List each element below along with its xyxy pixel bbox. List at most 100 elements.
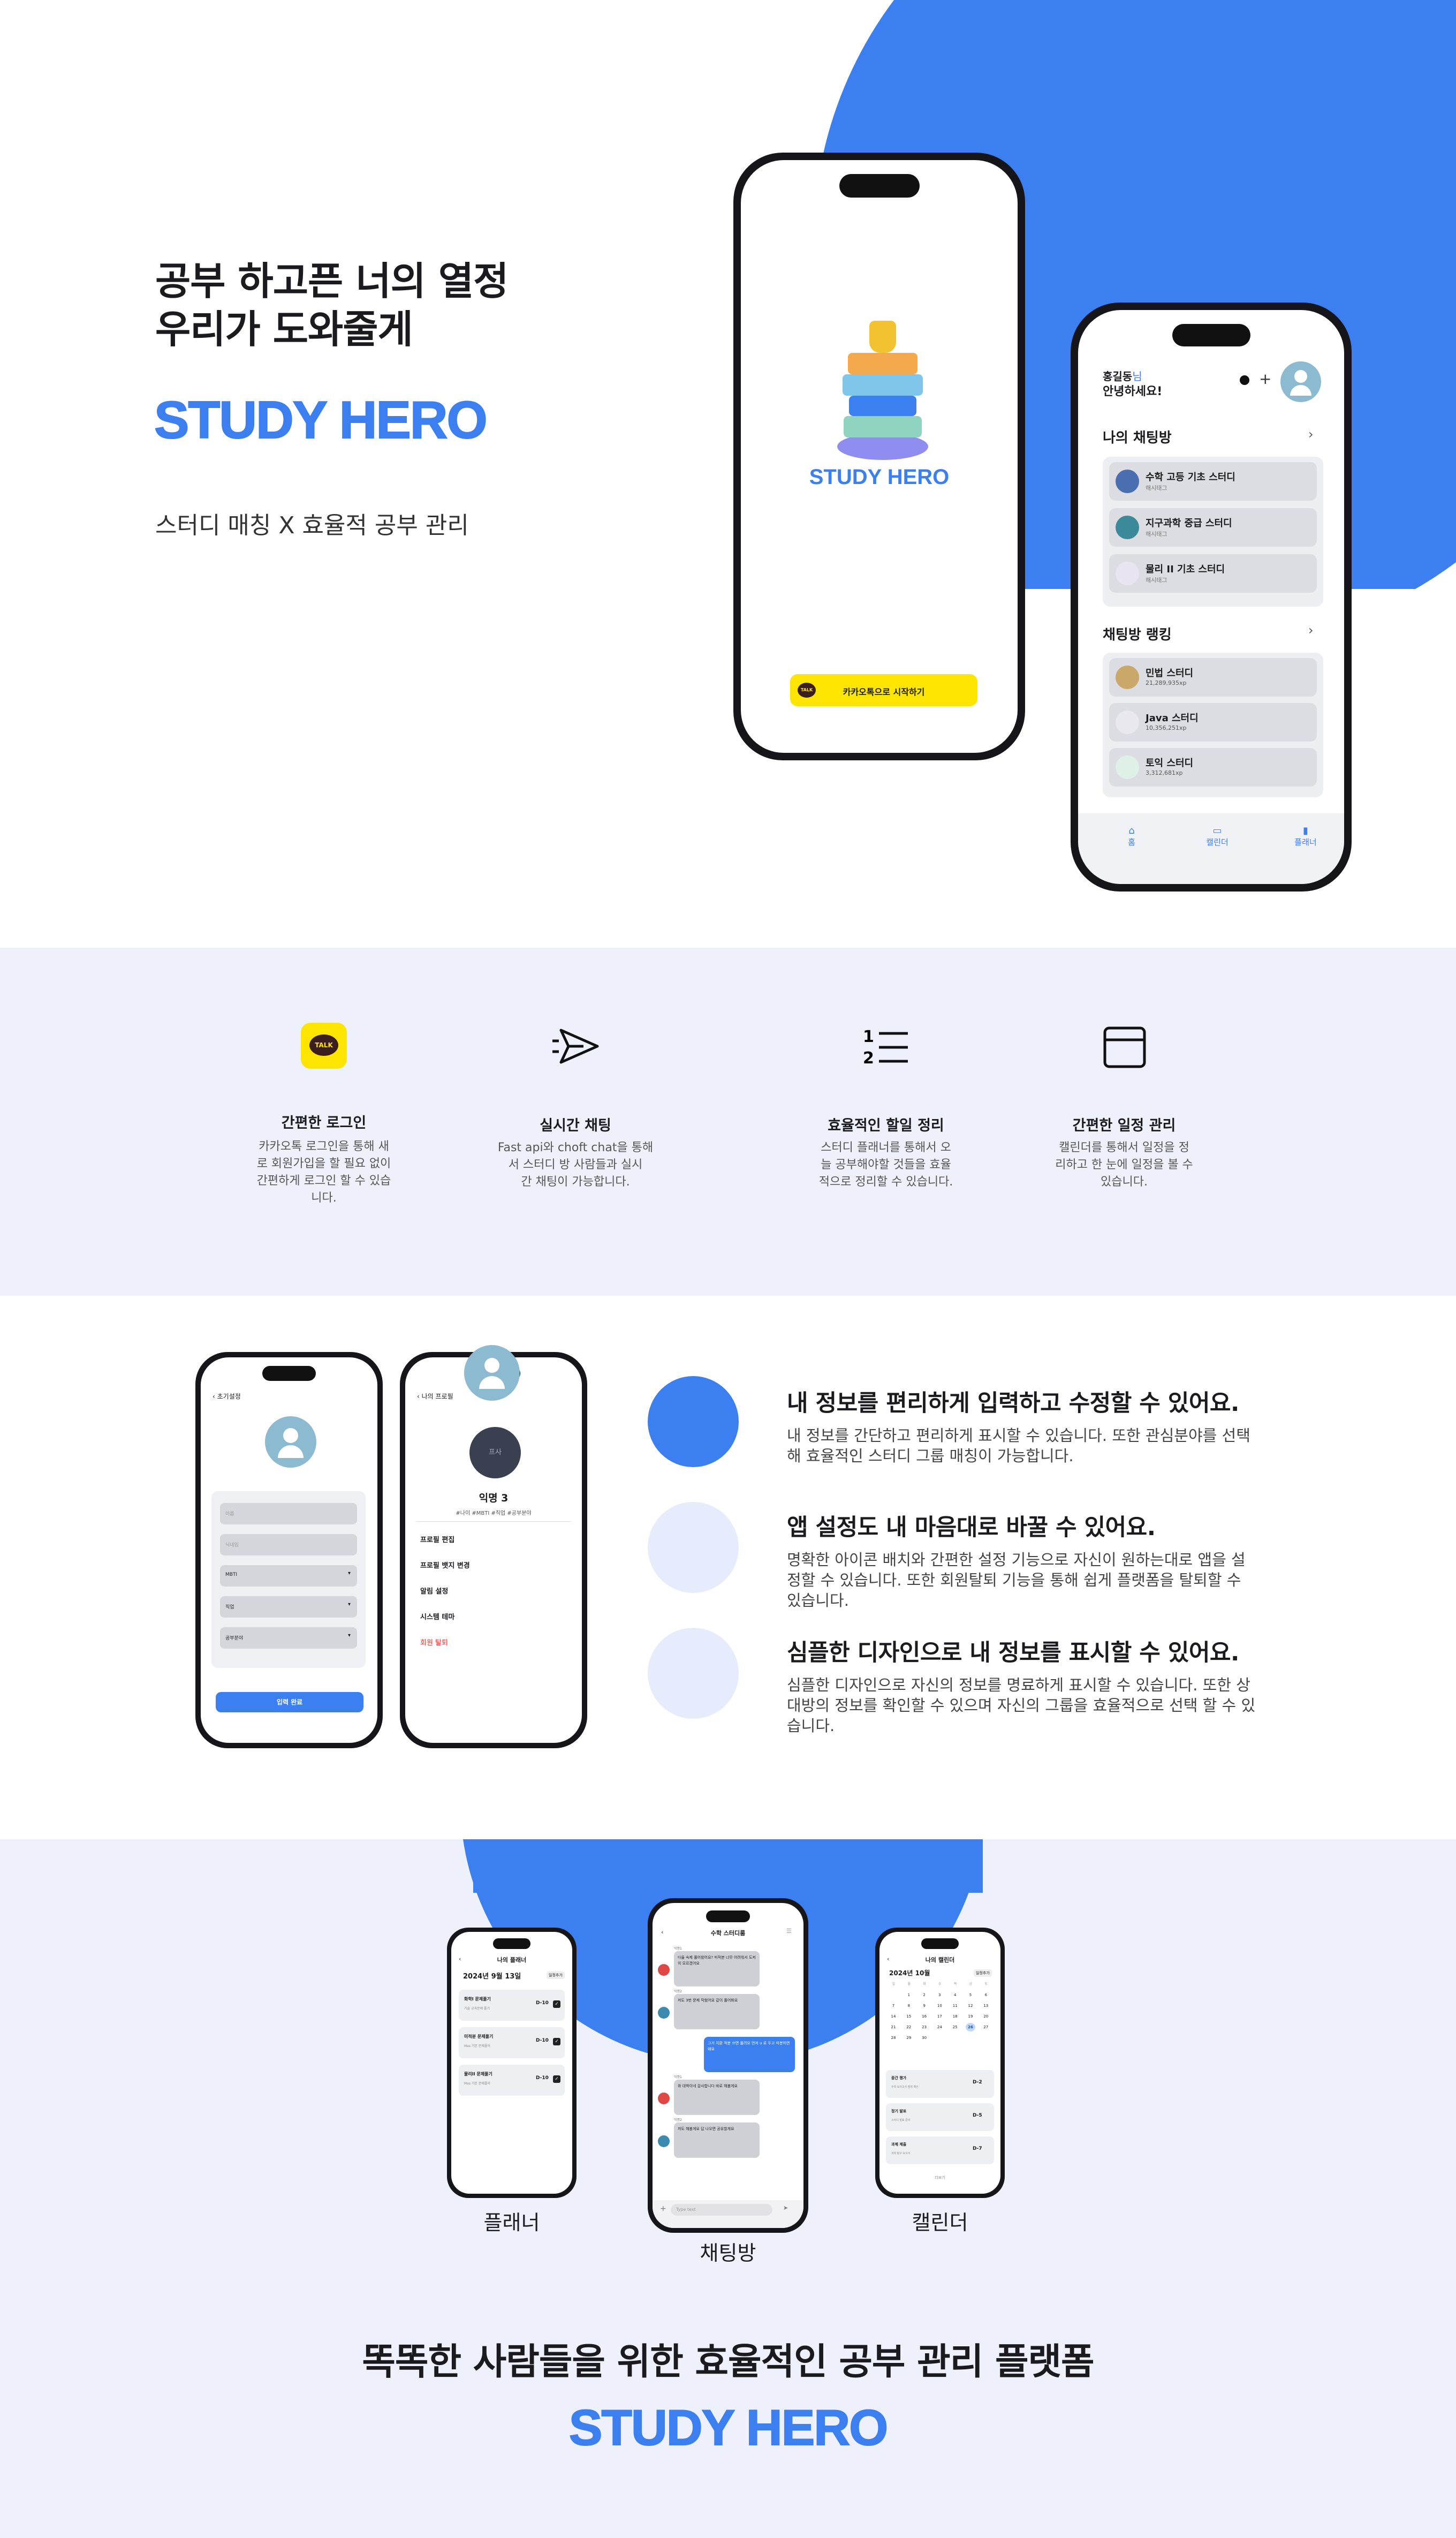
profile-avatar[interactable]: 프사 xyxy=(469,1427,521,1478)
back-button[interactable]: ‹ 나의 프로필 xyxy=(417,1392,453,1401)
phone-notch xyxy=(1172,324,1250,346)
profile-field[interactable]: 직업 ▾ xyxy=(220,1596,357,1618)
profile-field[interactable]: 닉네임 xyxy=(220,1534,357,1555)
desc-line: 리하고 한 눈에 일정을 볼 수 xyxy=(1055,1158,1193,1172)
planner-item[interactable]: 화학I 문제풀기 기술 교과문제 풀기 D-10 ✓ xyxy=(459,1990,565,2021)
ranking-room-name: Java 스터디 xyxy=(1146,713,1199,724)
calendar-day[interactable]: 1 xyxy=(904,1991,914,1999)
checkbox-checked-icon[interactable]: ✓ xyxy=(553,2038,560,2045)
chevron-right-icon[interactable]: › xyxy=(1308,623,1314,638)
calendar-day[interactable]: 22 xyxy=(904,2023,914,2031)
tab-planner[interactable]: ▮ 플래너 xyxy=(1284,825,1327,848)
avatar[interactable] xyxy=(265,1416,316,1468)
calendar-day[interactable]: 19 xyxy=(966,2012,975,2021)
send-icon[interactable]: ➤ xyxy=(783,2204,788,2211)
chevron-right-icon[interactable]: › xyxy=(1308,427,1314,442)
calendar-day[interactable]: 4 xyxy=(950,1991,960,1999)
chat-room-icon xyxy=(1116,562,1139,585)
submit-button[interactable]: 입력 완료 xyxy=(216,1692,363,1712)
calendar-event[interactable]: 과제 제출 과학 탐구 보고서 D-7 xyxy=(886,2136,994,2164)
calendar-day[interactable]: 5 xyxy=(966,1991,975,1999)
chat-room-item[interactable]: 수학 고등 기초 스터디 해시태그 xyxy=(1109,462,1317,501)
calendar-day[interactable]: 24 xyxy=(935,2023,944,2031)
profile-field[interactable]: 공부분야 ▾ xyxy=(220,1627,357,1649)
profile-field-label: 닉네임 xyxy=(225,1543,239,1548)
calendar-day[interactable]: 27 xyxy=(981,2023,991,2031)
calendar-day[interactable]: 23 xyxy=(920,2023,929,2031)
chat-room-icon xyxy=(1116,470,1139,493)
calendar-icon xyxy=(1103,1026,1146,1068)
profile-menu-item[interactable]: 시스템 테마 xyxy=(420,1611,454,1621)
avatar[interactable] xyxy=(1280,361,1321,402)
checkbox-checked-icon[interactable]: ✓ xyxy=(553,2075,560,2083)
my-profile-phone: ‹ 나의 프로필 프사 익명 3 #나이 #MBTI #직업 #공부분야 프로필… xyxy=(400,1352,587,1748)
ranking-item[interactable]: 민법 스터디 21,289,935xp xyxy=(1109,658,1317,697)
calendar-day[interactable]: 12 xyxy=(966,2001,975,2010)
back-button[interactable]: ‹ 초기설정 xyxy=(213,1392,241,1401)
chat-input[interactable]: Type text xyxy=(671,2204,772,2216)
calendar-day[interactable]: 29 xyxy=(904,2034,914,2042)
calendar-day[interactable]: 28 xyxy=(889,2034,898,2042)
planner-item[interactable]: 미적분 문제풀기 Mas 기본 문제풀이 D-10 ✓ xyxy=(459,2027,565,2058)
calendar-day[interactable]: 2 xyxy=(920,1991,929,1999)
profile-menu-item[interactable]: 알림 설정 xyxy=(420,1585,448,1596)
planner-date: 2024년 9월 13일 xyxy=(463,1973,521,1981)
chat-bubble: 저도 3번 문제 막혔어요 같이 풀어봐요 xyxy=(674,1994,760,2029)
desc-line: 니다. xyxy=(311,1191,337,1205)
calendar-day[interactable]: 8 xyxy=(904,2001,914,2010)
planner-item[interactable]: 물리II 문제풀기 Mas 기본 문제풀이 D-10 ✓ xyxy=(459,2065,565,2096)
calendar-day[interactable]: 3 xyxy=(935,1991,944,1999)
calendar-day[interactable]: 13 xyxy=(981,2001,991,2010)
floating-avatar xyxy=(464,1345,520,1401)
mid-feature-desc: 명확한 아이콘 배치와 간편한 설정 기능으로 자신이 원하는대로 앱을 설 정할… xyxy=(787,1550,1322,1611)
chat-room-item[interactable]: 지구과학 중급 스터디 해시태그 xyxy=(1109,508,1317,547)
tab-home[interactable]: ⌂ 홈 xyxy=(1116,825,1148,848)
tab-planner-label: 플래너 xyxy=(1294,837,1317,847)
profile-field-label: 공부분야 xyxy=(225,1636,244,1641)
calendar-day[interactable]: 15 xyxy=(904,2012,914,2021)
ranking-room-name: 토익 스터디 xyxy=(1146,758,1194,769)
calendar-day[interactable]: 16 xyxy=(920,2012,929,2021)
calendar-event[interactable]: 정기 발표 스터디 발표 준비 D-5 xyxy=(886,2103,994,2131)
add-schedule-button[interactable]: 일정추가 xyxy=(974,1969,992,1977)
calendar-day[interactable]: 25 xyxy=(950,2023,960,2031)
calendar-day[interactable]: 10 xyxy=(935,2001,944,2010)
calendar-day[interactable]: 14 xyxy=(889,2012,898,2021)
calendar-day[interactable]: 17 xyxy=(935,2012,944,2021)
ranking-item[interactable]: 토익 스터디 3,312,681xp xyxy=(1109,748,1317,787)
profile-menu-item[interactable]: 프로필 편집 xyxy=(420,1534,454,1544)
calendar-day[interactable]: 18 xyxy=(950,2012,960,2021)
calendar-day[interactable]: 7 xyxy=(889,2001,898,2010)
calendar-day[interactable]: 20 xyxy=(981,2012,991,2021)
calendar-day[interactable]: 11 xyxy=(950,2001,960,2010)
phone-notch xyxy=(921,1938,959,1949)
chat-bubble-mine: 그거 치환 적분 쓰면 풀려요 먼저 u 로 두고 미분하면 돼요 xyxy=(704,2037,795,2072)
tab-calendar[interactable]: ▭ 캘린더 xyxy=(1196,825,1239,848)
withdraw-button[interactable]: 회원 탈퇴 xyxy=(420,1637,448,1647)
calendar-day-today[interactable]: 26 xyxy=(966,2023,975,2031)
notification-dot-icon[interactable] xyxy=(1240,375,1249,385)
checkbox-checked-icon[interactable]: ✓ xyxy=(553,2000,560,2008)
profile-field[interactable]: MBTI ▾ xyxy=(220,1565,357,1587)
profile-menu-item[interactable]: 프로필 뱃지 변경 xyxy=(420,1560,470,1570)
profile-field-label: MBTI xyxy=(225,1572,238,1577)
chat-room-icon xyxy=(1116,516,1139,539)
kakao-login-button[interactable]: TALK 카카오톡으로 시작하기 xyxy=(790,674,977,706)
phone-notch xyxy=(262,1366,316,1381)
menu-icon[interactable]: ☰ xyxy=(786,1928,792,1935)
calendar-day[interactable]: 30 xyxy=(920,2034,929,2042)
chat-room-item[interactable]: 물리 II 기초 스터디 해시태그 xyxy=(1109,554,1317,593)
profile-field[interactable]: 이름 xyxy=(220,1503,357,1524)
calendar-day[interactable]: 9 xyxy=(920,2001,929,2010)
calendar-day[interactable]: 21 xyxy=(889,2023,898,2031)
ranking-item[interactable]: Java 스터디 10,356,251xp xyxy=(1109,703,1317,742)
add-icon[interactable]: + xyxy=(1259,370,1271,388)
calendar-event[interactable]: 중간 평가 수학 모의고사 범위 확인 D-2 xyxy=(886,2070,994,2098)
calendar-day[interactable]: 6 xyxy=(981,1991,991,1999)
event-dday: D-2 xyxy=(973,2080,982,2085)
screens-blue-bottom-fix xyxy=(473,1839,983,1893)
chevron-down-icon: ▾ xyxy=(347,1602,351,1607)
add-schedule-button[interactable]: 일정추가 xyxy=(547,1972,565,1979)
more-button[interactable]: 더보기 xyxy=(879,2175,1000,2180)
plus-icon[interactable]: + xyxy=(660,2204,666,2213)
